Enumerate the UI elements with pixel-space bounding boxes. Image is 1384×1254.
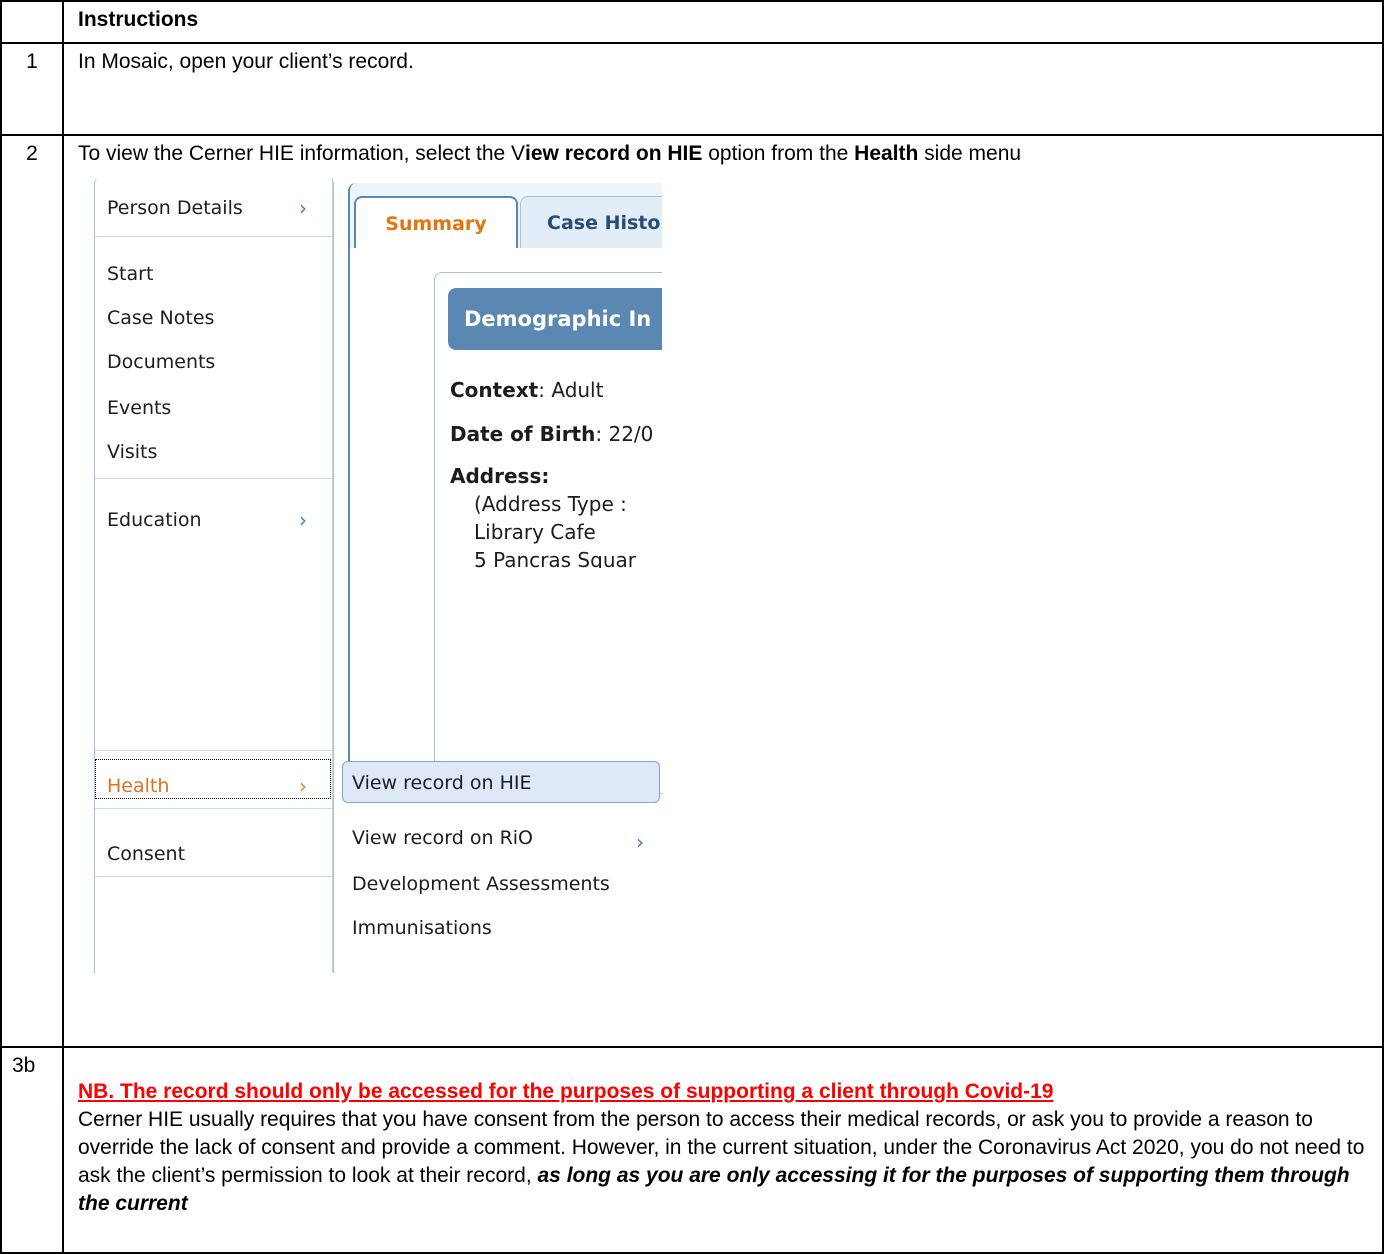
side-menu: Person Details › Start Case Notes Documen… xyxy=(94,178,334,973)
address-line: 5 Pancras Squar xyxy=(474,548,636,568)
chevron-right-icon: › xyxy=(636,830,644,854)
address-line: Library Cafe xyxy=(474,520,596,544)
submenu-development-assessments[interactable]: Development Assessments xyxy=(352,870,610,898)
divider xyxy=(95,236,333,237)
consent-paragraph: Cerner HIE usually requires that you hav… xyxy=(78,1108,1365,1215)
tab-summary[interactable]: Summary xyxy=(354,196,518,250)
step-1-text: In Mosaic, open your client’s record. xyxy=(62,42,1384,136)
chevron-right-icon: › xyxy=(299,196,307,220)
step-2-cell: To view the Cerner HIE information, sele… xyxy=(62,134,1384,1048)
context-row: Context: Adult xyxy=(450,378,604,402)
divider xyxy=(95,750,333,751)
chevron-right-icon: › xyxy=(299,508,307,532)
side-item-visits[interactable]: Visits xyxy=(107,438,157,466)
address-label: Address: xyxy=(450,464,550,488)
step-number: 3b xyxy=(0,1046,64,1254)
submenu-immunisations[interactable]: Immunisations xyxy=(352,914,492,942)
tab-case-history[interactable]: Case Histo xyxy=(520,196,662,249)
submenu-view-record-hie[interactable]: View record on HIE xyxy=(352,769,531,797)
instructions-header: Instructions xyxy=(62,0,1384,44)
instructions-table: Instructions 1 In Mosaic, open your clie… xyxy=(0,0,1384,1254)
step-number: 2 xyxy=(0,134,64,1048)
nb-warning: NB. The record should only be accessed f… xyxy=(78,1080,1054,1103)
side-item-case-notes[interactable]: Case Notes xyxy=(107,304,214,332)
side-item-events[interactable]: Events xyxy=(107,394,171,422)
divider xyxy=(95,478,333,479)
side-item-person-details[interactable]: Person Details › xyxy=(107,194,307,222)
step-2-text: To view the Cerner HIE information, sele… xyxy=(78,142,1022,165)
submenu-view-record-rio[interactable]: View record on RiO xyxy=(352,824,533,852)
menu-border xyxy=(332,178,333,973)
side-item-education[interactable]: Education › xyxy=(107,506,307,534)
side-item-start[interactable]: Start xyxy=(107,260,153,288)
divider xyxy=(95,808,333,809)
dob-row: Date of Birth: 22/0 xyxy=(450,422,654,446)
divider xyxy=(95,876,333,877)
demographic-card-title: Demographic In xyxy=(448,288,662,350)
side-item-consent[interactable]: Consent xyxy=(107,840,185,868)
step-3b-cell: NB. The record should only be accessed f… xyxy=(62,1046,1384,1254)
step-number: 1 xyxy=(0,42,64,136)
mosaic-screenshot: Summary Case Histo Demographic In Contex… xyxy=(76,178,662,973)
side-item-documents[interactable]: Documents xyxy=(107,348,215,376)
side-item-health[interactable]: Health › xyxy=(107,772,307,800)
chevron-right-icon: › xyxy=(299,774,307,798)
header-num-cell xyxy=(0,0,64,44)
address-line: (Address Type : xyxy=(474,492,627,516)
